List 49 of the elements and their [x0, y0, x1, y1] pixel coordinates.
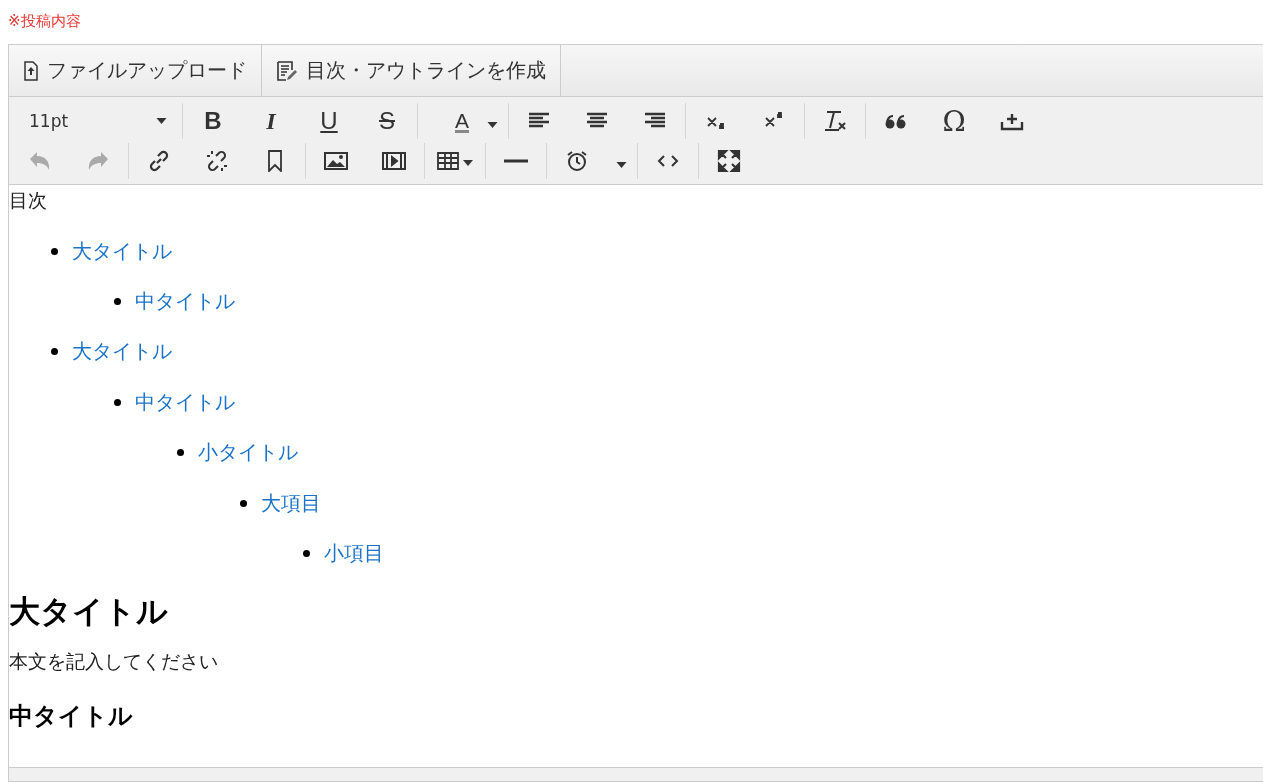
table-icon — [436, 151, 474, 171]
caret-icon — [615, 162, 627, 168]
clear-format-icon — [823, 110, 847, 132]
caret-icon — [486, 122, 498, 128]
image-icon — [324, 151, 348, 171]
bullet-icon — [177, 449, 184, 457]
redo-icon — [87, 151, 109, 171]
bullet-icon — [240, 499, 247, 507]
toc-link[interactable]: 小タイトル — [198, 439, 298, 467]
toc-link[interactable]: 大タイトル — [72, 338, 172, 366]
fullscreen-icon — [717, 149, 741, 173]
align-right-icon — [643, 112, 667, 130]
special-character-button[interactable]: Ω — [925, 103, 983, 139]
toc-link[interactable]: 大項目 — [261, 489, 321, 517]
code-icon — [657, 154, 679, 168]
toc-link[interactable]: 大タイトル — [72, 237, 172, 265]
strikethrough-button[interactable]: S — [358, 103, 416, 139]
film-icon — [382, 151, 406, 171]
caret-icon — [156, 118, 167, 124]
heading: 大タイトル — [9, 591, 169, 631]
bullet-icon — [51, 348, 58, 356]
toc-title: 目次 — [9, 188, 48, 213]
subheading: 中タイトル — [9, 700, 134, 732]
bookmark-icon — [267, 150, 283, 172]
font-size-select[interactable]: 11pt — [11, 103, 181, 139]
italic-button[interactable]: I — [242, 103, 300, 139]
alarm-clock-icon — [566, 150, 588, 172]
document-edit-icon — [276, 59, 298, 82]
broken-link-icon — [206, 150, 228, 172]
section-label: ※投稿内容 — [7, 11, 82, 32]
underline-button[interactable]: U — [300, 103, 358, 139]
insert-icon — [1000, 111, 1024, 131]
toc-link[interactable]: 中タイトル — [135, 388, 235, 416]
bullet-icon — [303, 550, 310, 558]
text-color-button[interactable]: A — [419, 103, 477, 139]
bullet-icon — [114, 398, 121, 406]
bullet-icon — [114, 298, 121, 306]
bold-button[interactable]: B — [184, 103, 242, 139]
bullet-icon — [51, 247, 58, 255]
quote-icon — [884, 112, 908, 130]
toc-link[interactable]: 中タイトル — [135, 288, 235, 316]
align-center-icon — [585, 112, 609, 130]
horizontal-line-icon — [504, 158, 528, 164]
body-text: 本文を記入してください — [9, 648, 219, 674]
align-left-icon — [527, 112, 551, 130]
link-icon — [148, 150, 170, 172]
file-upload-icon — [23, 60, 39, 81]
undo-icon — [29, 151, 51, 171]
toc-link[interactable]: 小項目 — [324, 540, 384, 568]
